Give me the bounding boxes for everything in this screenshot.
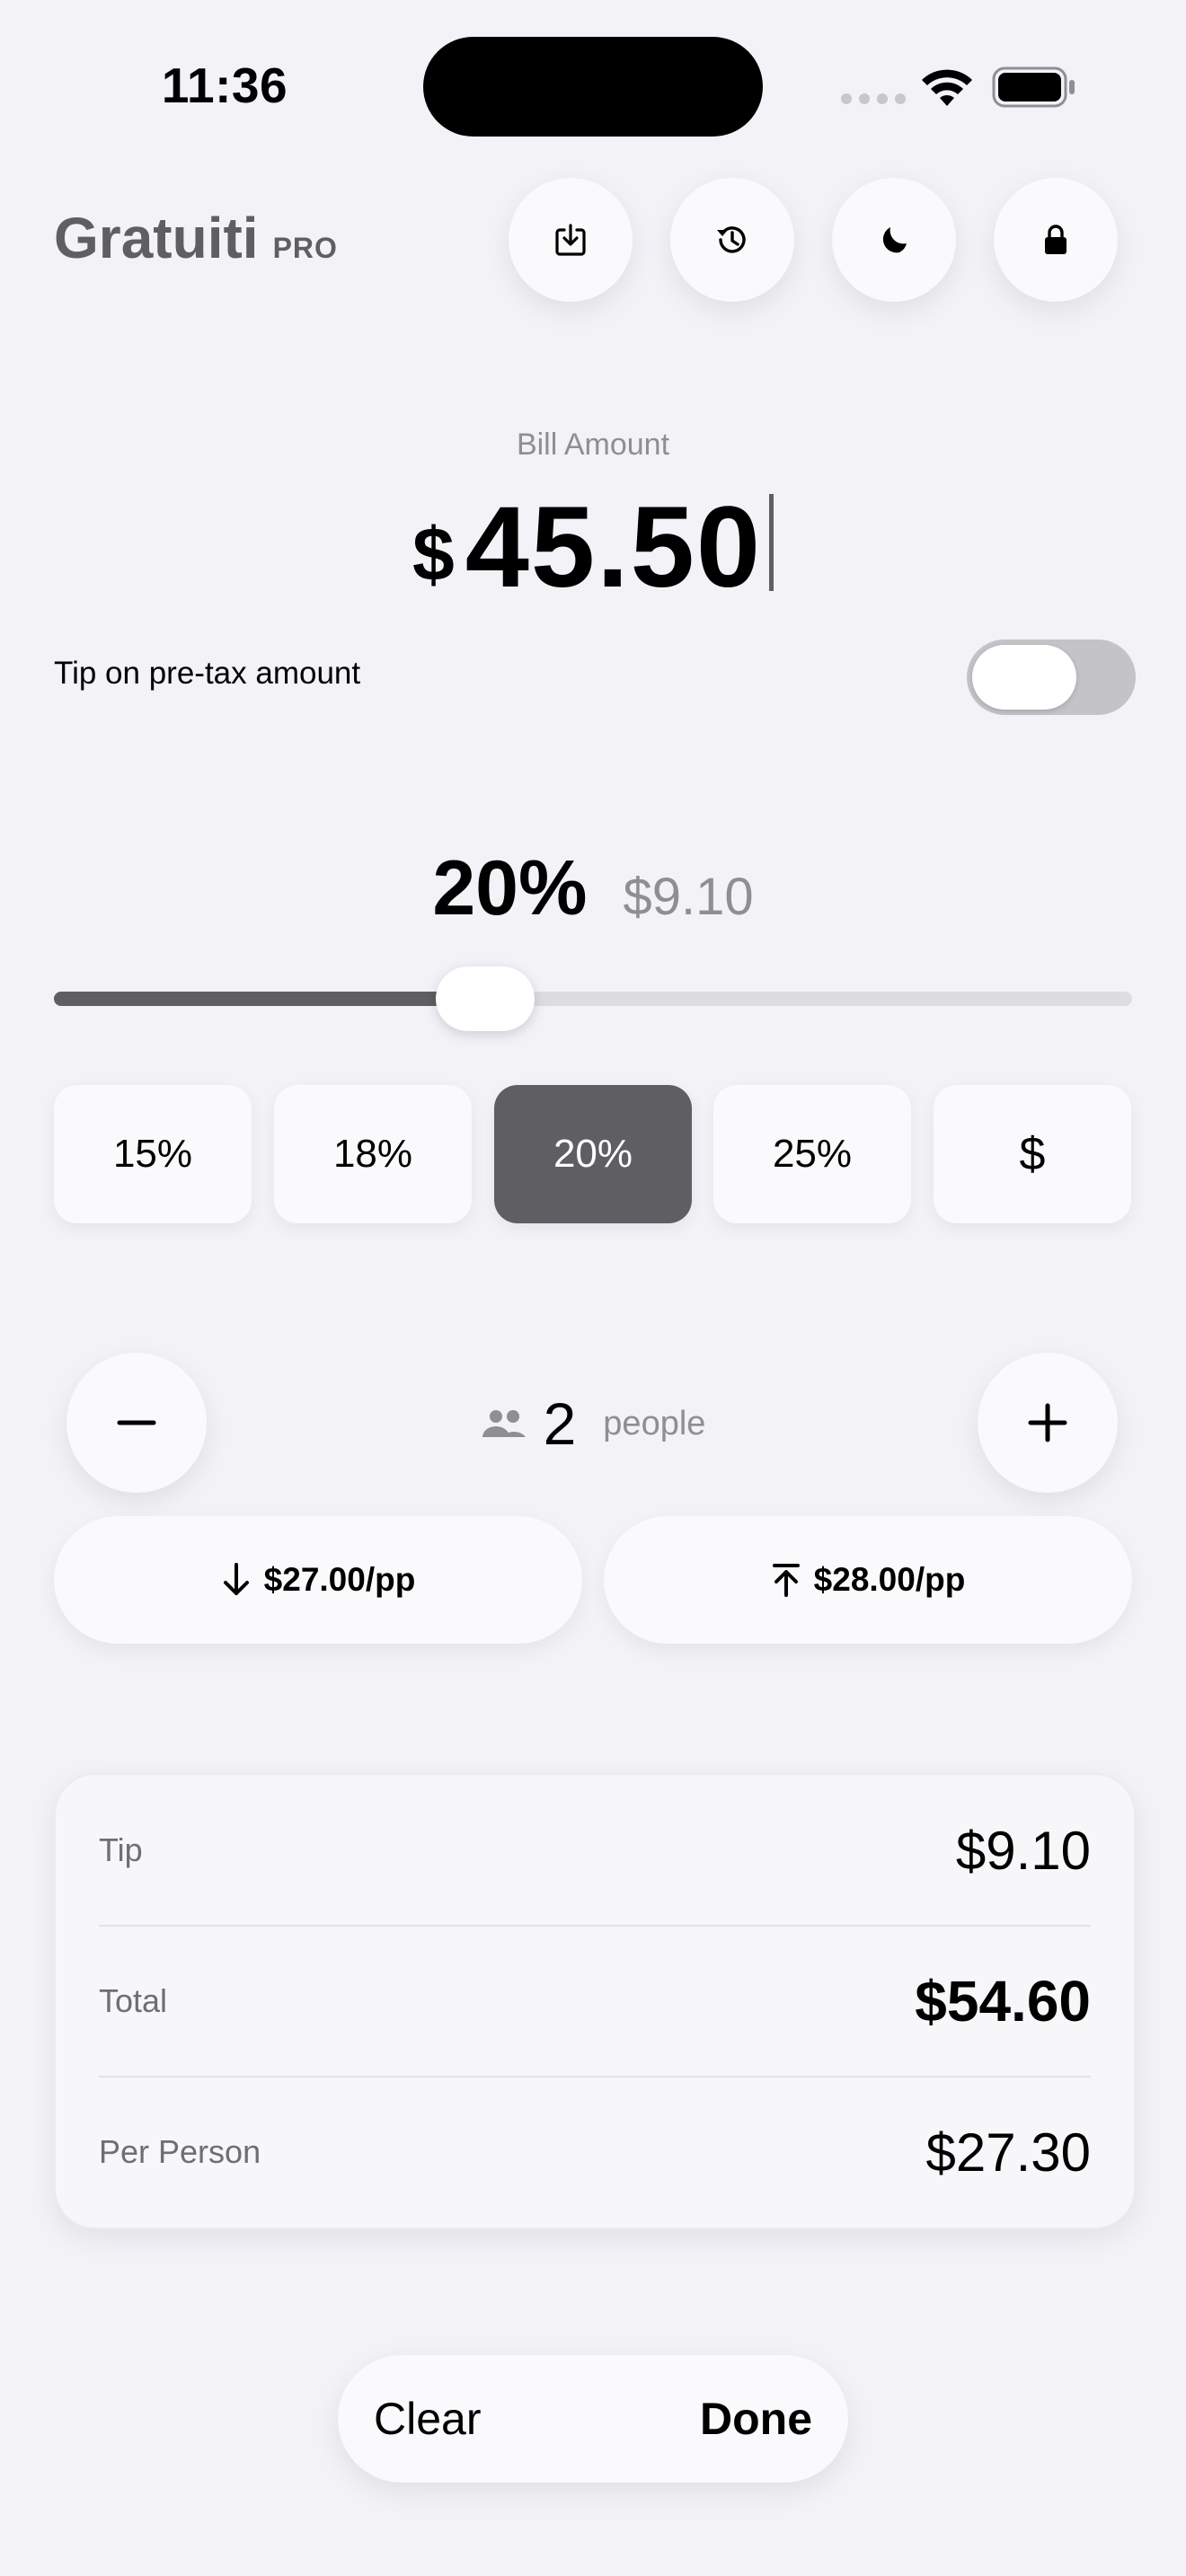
- done-button[interactable]: Done: [700, 2355, 812, 2483]
- moon-icon: [882, 227, 907, 253]
- tip-slider[interactable]: [54, 992, 1132, 1006]
- bottom-action-bar: Clear Done: [338, 2355, 848, 2483]
- tip-value: $9.10: [955, 1820, 1091, 1881]
- clear-button[interactable]: Clear: [374, 2355, 481, 2483]
- tip-display: 20% $9.10: [0, 844, 1186, 934]
- summary-row-tip: Tip $9.10: [99, 1775, 1091, 1926]
- bill-amount-input[interactable]: $ 45.50: [0, 485, 1186, 611]
- custom-amount-button[interactable]: $: [934, 1085, 1131, 1223]
- pretax-toggle-label: Tip on pre-tax amount: [54, 656, 361, 691]
- cellular-signal-icon: [841, 93, 906, 104]
- bill-amount-label: Bill Amount: [516, 428, 670, 462]
- dynamic-island: [423, 37, 763, 137]
- people-label: people: [603, 1404, 706, 1442]
- pretax-toggle[interactable]: [967, 640, 1136, 715]
- lock-icon: [1045, 225, 1067, 254]
- history-button[interactable]: [670, 178, 794, 302]
- toggle-knob: [972, 645, 1076, 710]
- dark-mode-button[interactable]: [832, 178, 956, 302]
- pro-badge: PRO: [272, 232, 338, 264]
- battery-icon: [992, 66, 1076, 112]
- per-person-label: Per Person: [99, 2133, 261, 2170]
- preset-20-button[interactable]: 20%: [494, 1085, 692, 1223]
- arrow-down-icon: [223, 1563, 249, 1595]
- text-cursor: [769, 494, 774, 591]
- history-icon: [717, 226, 746, 253]
- round-up-label: $28.00/pp: [813, 1561, 966, 1598]
- people-count: 2: [543, 1390, 577, 1457]
- save-button[interactable]: [509, 178, 633, 302]
- increase-people-button[interactable]: [978, 1353, 1118, 1493]
- tip-slider-thumb[interactable]: [436, 966, 535, 1031]
- app-title: Gratuiti: [54, 206, 259, 270]
- total-value: $54.60: [915, 1969, 1091, 2033]
- bill-amount-value: 45.50: [465, 483, 763, 612]
- people-icon: [482, 1410, 526, 1437]
- tip-amount: $9.10: [623, 868, 754, 926]
- wifi-icon: [918, 65, 976, 112]
- summary-card: Tip $9.10 Total $54.60 Per Person $27.30: [54, 1773, 1136, 2229]
- currency-symbol: $: [412, 512, 455, 596]
- lock-button[interactable]: [994, 178, 1118, 302]
- round-down-label: $27.00/pp: [263, 1561, 416, 1598]
- summary-row-per-person: Per Person $27.30: [99, 2077, 1091, 2228]
- arrow-up-to-line-icon: [772, 1564, 800, 1597]
- plus-icon: [1028, 1403, 1067, 1442]
- app-brand: Gratuiti PRO: [54, 205, 338, 277]
- save-icon: [555, 224, 586, 256]
- summary-row-total: Total $54.60: [99, 1926, 1091, 2077]
- tip-slider-fill: [54, 992, 485, 1006]
- total-label: Total: [99, 1982, 168, 2019]
- round-down-button[interactable]: $27.00/pp: [54, 1516, 582, 1644]
- preset-25-button[interactable]: 25%: [713, 1085, 911, 1223]
- preset-18-button[interactable]: 18%: [274, 1085, 472, 1223]
- round-up-button[interactable]: $28.00/pp: [604, 1516, 1132, 1644]
- tip-percent: 20%: [432, 845, 588, 931]
- tip-label: Tip: [99, 1831, 143, 1868]
- per-person-value: $27.30: [925, 2122, 1091, 2183]
- status-time: 11:36: [161, 57, 288, 113]
- preset-15-button[interactable]: 15%: [54, 1085, 252, 1223]
